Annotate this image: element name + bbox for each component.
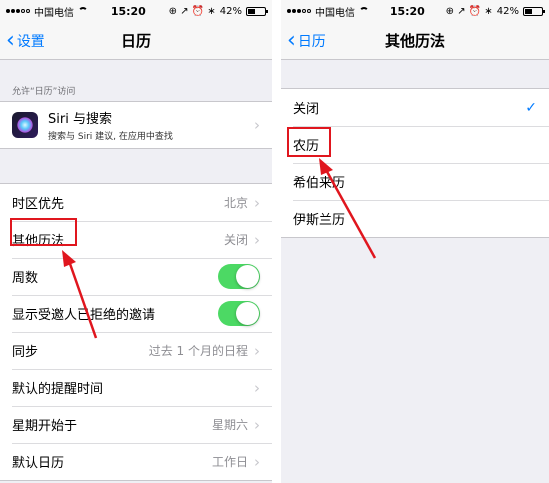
chevron-right-icon: › (254, 116, 260, 134)
battery-percent: 42% (219, 5, 242, 17)
siri-title: Siri 与搜索 (48, 112, 112, 127)
calendar-options-list: 关闭 ✓ 农历 希伯来历 伊斯兰历 (281, 88, 549, 238)
siri-subtitle: 搜索与 Siri 建议, 在应用中查找 (48, 132, 173, 142)
back-label: 日历 (297, 34, 326, 50)
calendar-option-label: 关闭 (293, 102, 320, 117)
calendar-option[interactable]: 关闭 ✓ (281, 89, 549, 126)
calendar-option[interactable]: 希伯来历 (281, 163, 549, 200)
battery-icon (246, 6, 268, 16)
back-button[interactable]: ‹ 日历 (287, 22, 326, 60)
wifi-icon (78, 7, 88, 15)
back-label: 设置 (16, 34, 45, 50)
settings-row-label: 默认日历 (12, 456, 65, 471)
clock: 15:20 (110, 4, 146, 18)
settings-row-value: 星期六 (211, 418, 248, 432)
chevron-right-icon: › (254, 230, 260, 249)
settings-row[interactable]: 星期开始于 星期六 › (0, 406, 272, 443)
chevron-right-icon: › (254, 378, 260, 397)
settings-row-value: 关闭 (223, 233, 248, 247)
settings-row-label: 显示受邀人已拒绝的邀请 (12, 308, 156, 323)
signal-icon (287, 9, 311, 13)
toggle-knob (236, 302, 259, 325)
checkmark-icon: ✓ (525, 99, 537, 116)
chevron-right-icon: › (254, 452, 260, 471)
chevron-right-icon: › (254, 341, 260, 360)
wifi-icon (359, 7, 369, 15)
siri-group: Siri 与搜索 搜索与 Siri 建议, 在应用中查找 › (0, 101, 272, 149)
settings-row-value: 工作日 (211, 455, 248, 469)
settings-row[interactable]: 同步 过去 1 个月的日程 › (0, 332, 272, 369)
battery-percent: 42% (496, 5, 519, 17)
chevron-left-icon: ‹ (6, 28, 15, 53)
settings-row[interactable]: 时区优先 北京 › (0, 184, 272, 221)
other-calendars-screen: 中国电信 15:20 ⊕ ↗ ⏰ ∗ 42% ‹ 日历 其他历法 关闭 ✓ 农历 希伯… (281, 0, 549, 483)
back-button[interactable]: ‹ 设置 (6, 22, 45, 60)
siri-icon (12, 112, 38, 138)
lunar-highlight (287, 127, 331, 157)
settings-row-label: 星期开始于 (12, 419, 78, 434)
signal-icon (6, 9, 30, 13)
battery-icon (523, 6, 545, 16)
status-icons: ⊕ ↗ ⏰ ∗ (445, 5, 493, 17)
carrier-label: 中国电信 (315, 7, 355, 19)
clock: 15:20 (389, 4, 425, 18)
settings-row[interactable]: 默认的提醒时间 › (0, 369, 272, 406)
settings-row[interactable]: 默认日历 工作日 › (0, 443, 272, 480)
toggle-knob (236, 265, 259, 288)
status-icons: ⊕ ↗ ⏰ ∗ (168, 5, 216, 17)
siri-search-row[interactable]: Siri 与搜索 搜索与 Siri 建议, 在应用中查找 › (0, 102, 272, 148)
chevron-right-icon: › (254, 193, 260, 212)
settings-row[interactable]: 周数 (0, 258, 272, 295)
settings-row[interactable]: 显示受邀人已拒绝的邀请 (0, 295, 272, 332)
status-bar: 中国电信 15:20 ⊕ ↗ ⏰ ∗ 42% (281, 0, 549, 22)
settings-row-value: 北京 (223, 196, 248, 210)
calendar-settings-screen: 中国电信 15:20 ⊕ ↗ ⏰ ∗ 42% ‹ 设置 日历 允许“日历”访问 … (0, 0, 272, 483)
carrier-label: 中国电信 (34, 7, 74, 19)
calendar-option[interactable]: 伊斯兰历 (281, 200, 549, 237)
settings-row-label: 周数 (12, 271, 39, 286)
calendar-option-label: 伊斯兰历 (293, 213, 346, 228)
section-header: 允许“日历”访问 (12, 87, 76, 97)
settings-row-label: 时区优先 (12, 197, 65, 212)
toggle-switch[interactable] (218, 264, 260, 289)
toggle-switch[interactable] (218, 301, 260, 326)
other-calendars-highlight (10, 218, 77, 246)
settings-row-label: 默认的提醒时间 (12, 382, 104, 397)
nav-bar: ‹ 日历 其他历法 (281, 22, 549, 60)
settings-row-value: 过去 1 个月的日程 (148, 344, 248, 358)
chevron-right-icon: › (254, 415, 260, 434)
chevron-left-icon: ‹ (287, 28, 296, 53)
settings-row-label: 同步 (12, 345, 39, 360)
nav-bar: ‹ 设置 日历 (0, 22, 272, 60)
status-bar: 中国电信 15:20 ⊕ ↗ ⏰ ∗ 42% (0, 0, 272, 22)
calendar-option-label: 希伯来历 (293, 176, 346, 191)
